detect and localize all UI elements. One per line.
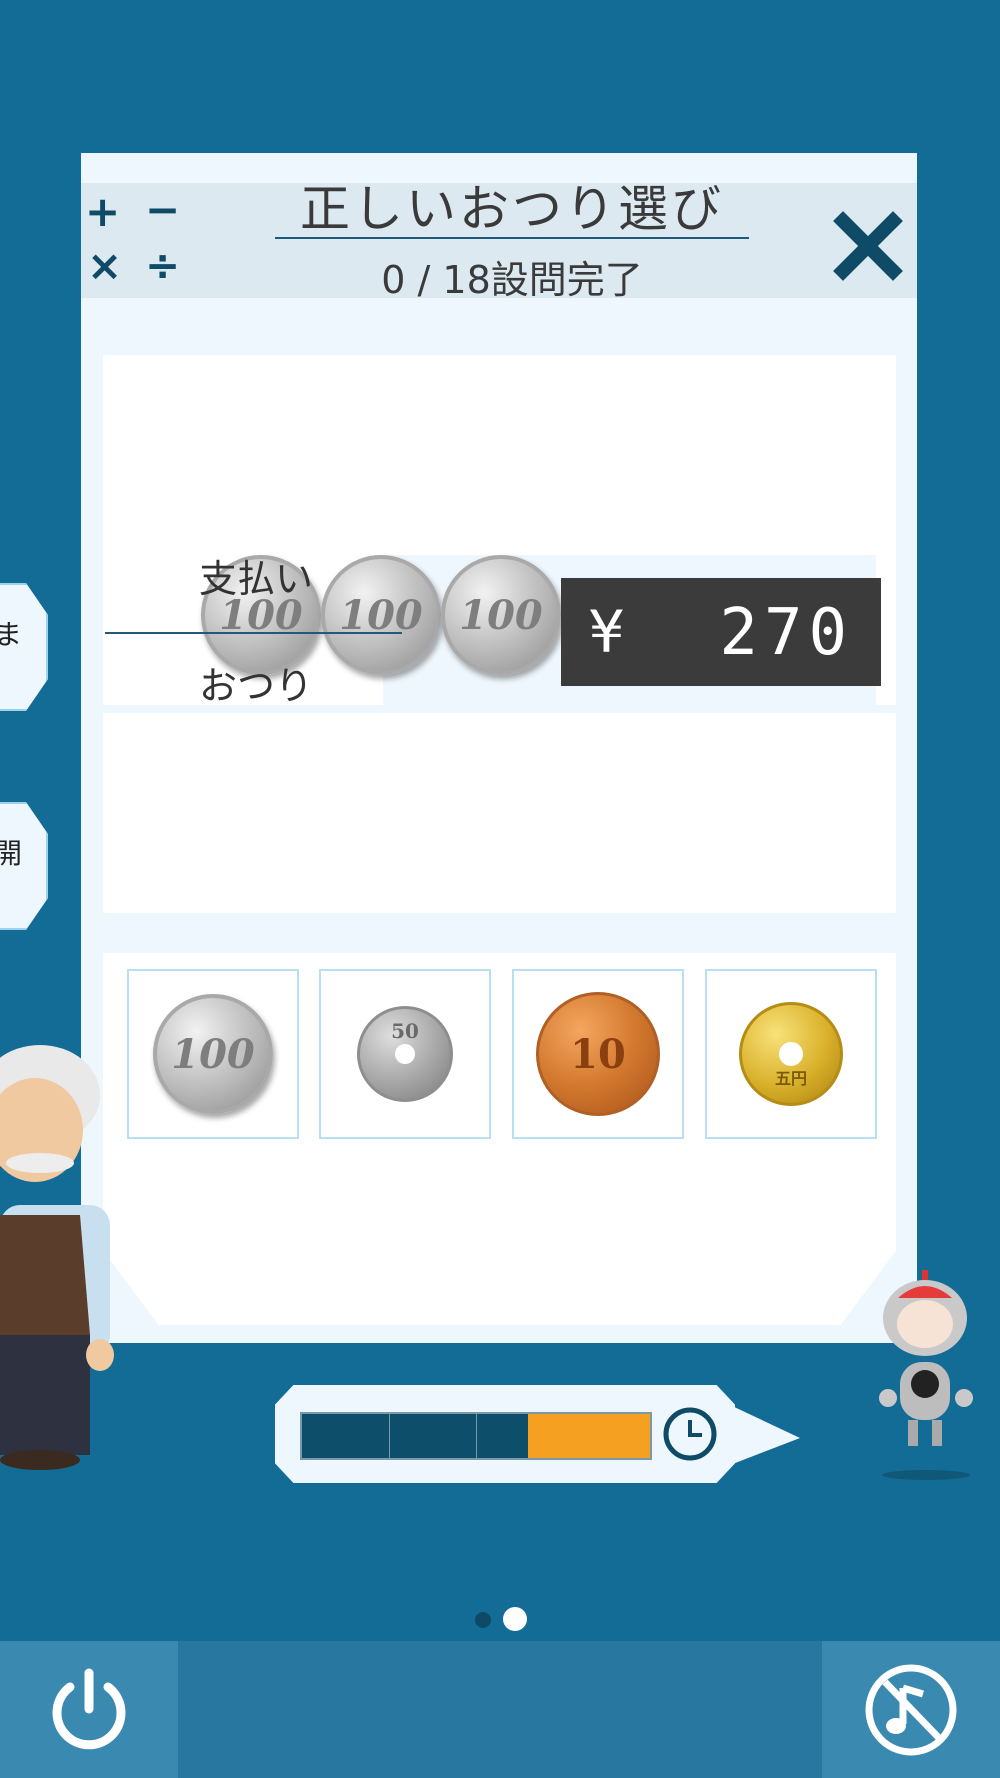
music-muted-icon	[865, 1664, 957, 1755]
quiz-card: + − × ÷ 正しいおつり選び 0 / 18設問完了 100 100 100 …	[81, 153, 917, 1343]
mute-music-button[interactable]	[822, 1641, 1000, 1778]
100-yen-coin-icon: 100	[153, 994, 273, 1114]
section-divider	[105, 632, 402, 634]
paid-coin-label: 100	[459, 591, 543, 639]
price-display: ¥ 270	[561, 578, 881, 686]
divide-icon: ÷	[145, 241, 181, 290]
paid-coin-100: 100	[321, 555, 441, 675]
side-tab-1-label: ま	[0, 618, 22, 651]
coin-option-10[interactable]: 10	[512, 969, 684, 1139]
5-yen-coin-icon: 五円	[739, 1002, 843, 1106]
50-yen-coin-icon: 50	[357, 1006, 453, 1102]
side-tab-2[interactable]: 開	[0, 802, 48, 930]
einstein-character-icon	[0, 1045, 114, 1470]
close-button[interactable]	[833, 211, 903, 281]
timer-bar	[300, 1412, 652, 1460]
side-tab-2-label: 開	[0, 837, 22, 870]
price-amount: 270	[719, 596, 853, 670]
coin-option-label: 五円	[774, 1069, 807, 1088]
page-dot-1[interactable]	[475, 1612, 491, 1628]
payment-label: 支払い	[199, 557, 314, 601]
times-icon: ×	[87, 241, 123, 290]
page-dot-2[interactable]	[503, 1607, 527, 1631]
progress-status: 0 / 18設問完了	[381, 258, 643, 302]
clock-icon	[663, 1407, 717, 1461]
coin-option-label: 50	[391, 1019, 419, 1043]
timer-fill	[528, 1414, 650, 1458]
change-label: おつり	[199, 664, 314, 708]
robot-character-icon	[879, 1270, 973, 1480]
coin-option-100[interactable]: 100	[127, 969, 299, 1139]
change-drop-area[interactable]	[103, 713, 896, 913]
coin-option-50[interactable]: 50	[319, 969, 491, 1139]
timer-tick	[476, 1414, 477, 1458]
close-icon	[833, 211, 903, 281]
minus-icon: −	[145, 185, 181, 234]
paid-coin-100: 100	[441, 555, 561, 675]
coin-option-label: 10	[570, 1030, 626, 1078]
currency-symbol: ¥	[589, 598, 624, 666]
side-tab-1[interactable]: ま	[0, 583, 48, 711]
title-underline	[275, 237, 749, 239]
10-yen-coin-icon: 10	[536, 992, 660, 1116]
power-icon	[52, 1668, 126, 1749]
math-operators-icon: + − × ÷	[81, 183, 191, 298]
coin-option-5[interactable]: 五円	[705, 969, 877, 1139]
timer-tick	[389, 1414, 390, 1458]
page-title: 正しいおつり選び	[300, 180, 724, 238]
timer-pointer	[730, 1405, 800, 1465]
power-button[interactable]	[0, 1641, 178, 1778]
plus-icon: +	[85, 187, 121, 236]
coin-option-label: 100	[171, 1030, 255, 1078]
